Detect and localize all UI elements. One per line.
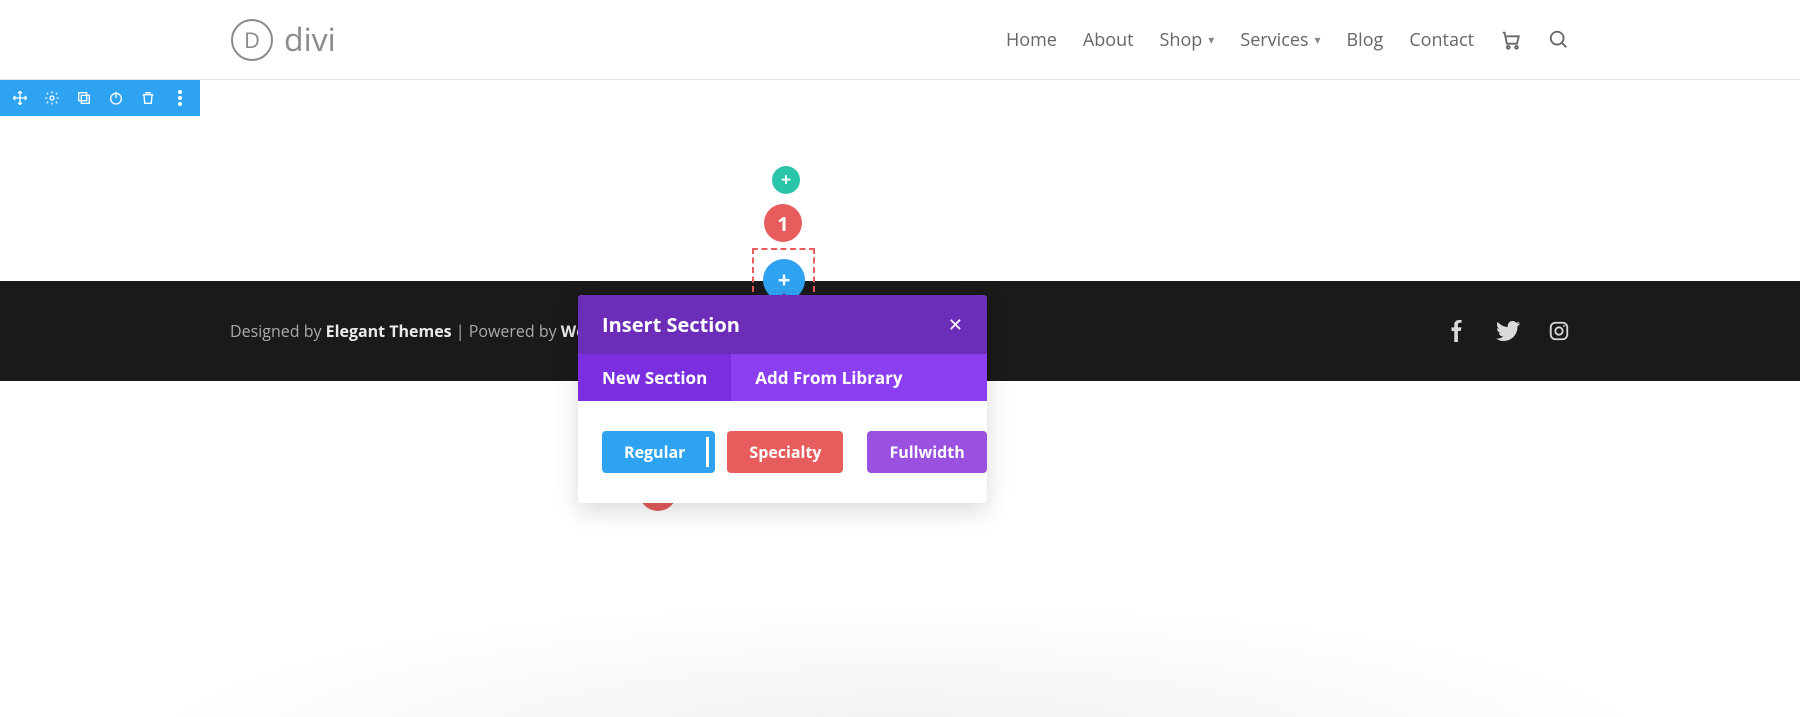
chevron-down-icon: ▾	[1208, 31, 1214, 48]
nav-shop[interactable]: Shop ▾	[1160, 28, 1215, 52]
nav-services[interactable]: Services ▾	[1240, 28, 1320, 52]
move-icon[interactable]	[12, 90, 28, 106]
nav-contact[interactable]: Contact	[1409, 28, 1474, 52]
divi-logo-icon: D	[230, 18, 274, 62]
logo-text: divi	[284, 18, 336, 61]
cart-icon[interactable]	[1500, 29, 1522, 51]
tab-new-section[interactable]: New Section	[578, 354, 731, 401]
section-type-specialty[interactable]: Specialty	[727, 431, 843, 473]
chevron-down-icon: ▾	[1315, 31, 1321, 48]
nav-home[interactable]: Home	[1006, 28, 1057, 52]
search-icon[interactable]	[1548, 29, 1570, 51]
add-row-button[interactable]: +	[772, 166, 800, 194]
modal-tabs: New Section Add From Library	[578, 354, 987, 401]
duplicate-icon[interactable]	[76, 90, 92, 106]
modal-header: Insert Section ✕	[578, 295, 987, 354]
site-header: D divi Home About Shop ▾ Services ▾ Blog…	[0, 0, 1800, 80]
primary-nav: Home About Shop ▾ Services ▾ Blog Contac…	[1006, 28, 1570, 52]
tab-add-from-library[interactable]: Add From Library	[731, 354, 926, 401]
footer-socials	[1446, 320, 1570, 342]
modal-title: Insert Section	[602, 311, 740, 338]
facebook-icon[interactable]	[1446, 320, 1468, 342]
step-badge-1: 1	[764, 204, 802, 242]
close-icon[interactable]: ✕	[948, 313, 963, 337]
insert-section-modal: Insert Section ✕ New Section Add From Li…	[578, 295, 987, 503]
more-icon[interactable]	[172, 90, 188, 106]
twitter-icon[interactable]	[1496, 320, 1520, 342]
plus-icon: +	[781, 168, 791, 192]
footer-brand[interactable]: Elegant Themes	[326, 320, 452, 342]
nav-blog[interactable]: Blog	[1347, 28, 1384, 52]
power-icon[interactable]	[108, 90, 124, 106]
section-type-fullwidth[interactable]: Fullwidth	[867, 431, 986, 473]
site-logo[interactable]: D divi	[230, 18, 336, 62]
section-toolbar	[0, 80, 200, 116]
trash-icon[interactable]	[140, 90, 156, 106]
svg-text:D: D	[244, 25, 260, 55]
modal-body: Regular Specialty Fullwidth	[578, 401, 987, 503]
plus-icon: +	[778, 265, 791, 295]
section-type-regular[interactable]: Regular	[602, 431, 715, 473]
footer-credit: Designed by Elegant Themes | Powered by …	[230, 320, 621, 342]
vignette-shadow	[0, 577, 1800, 717]
nav-about[interactable]: About	[1083, 28, 1134, 52]
gear-icon[interactable]	[44, 90, 60, 106]
instagram-icon[interactable]	[1548, 320, 1570, 342]
